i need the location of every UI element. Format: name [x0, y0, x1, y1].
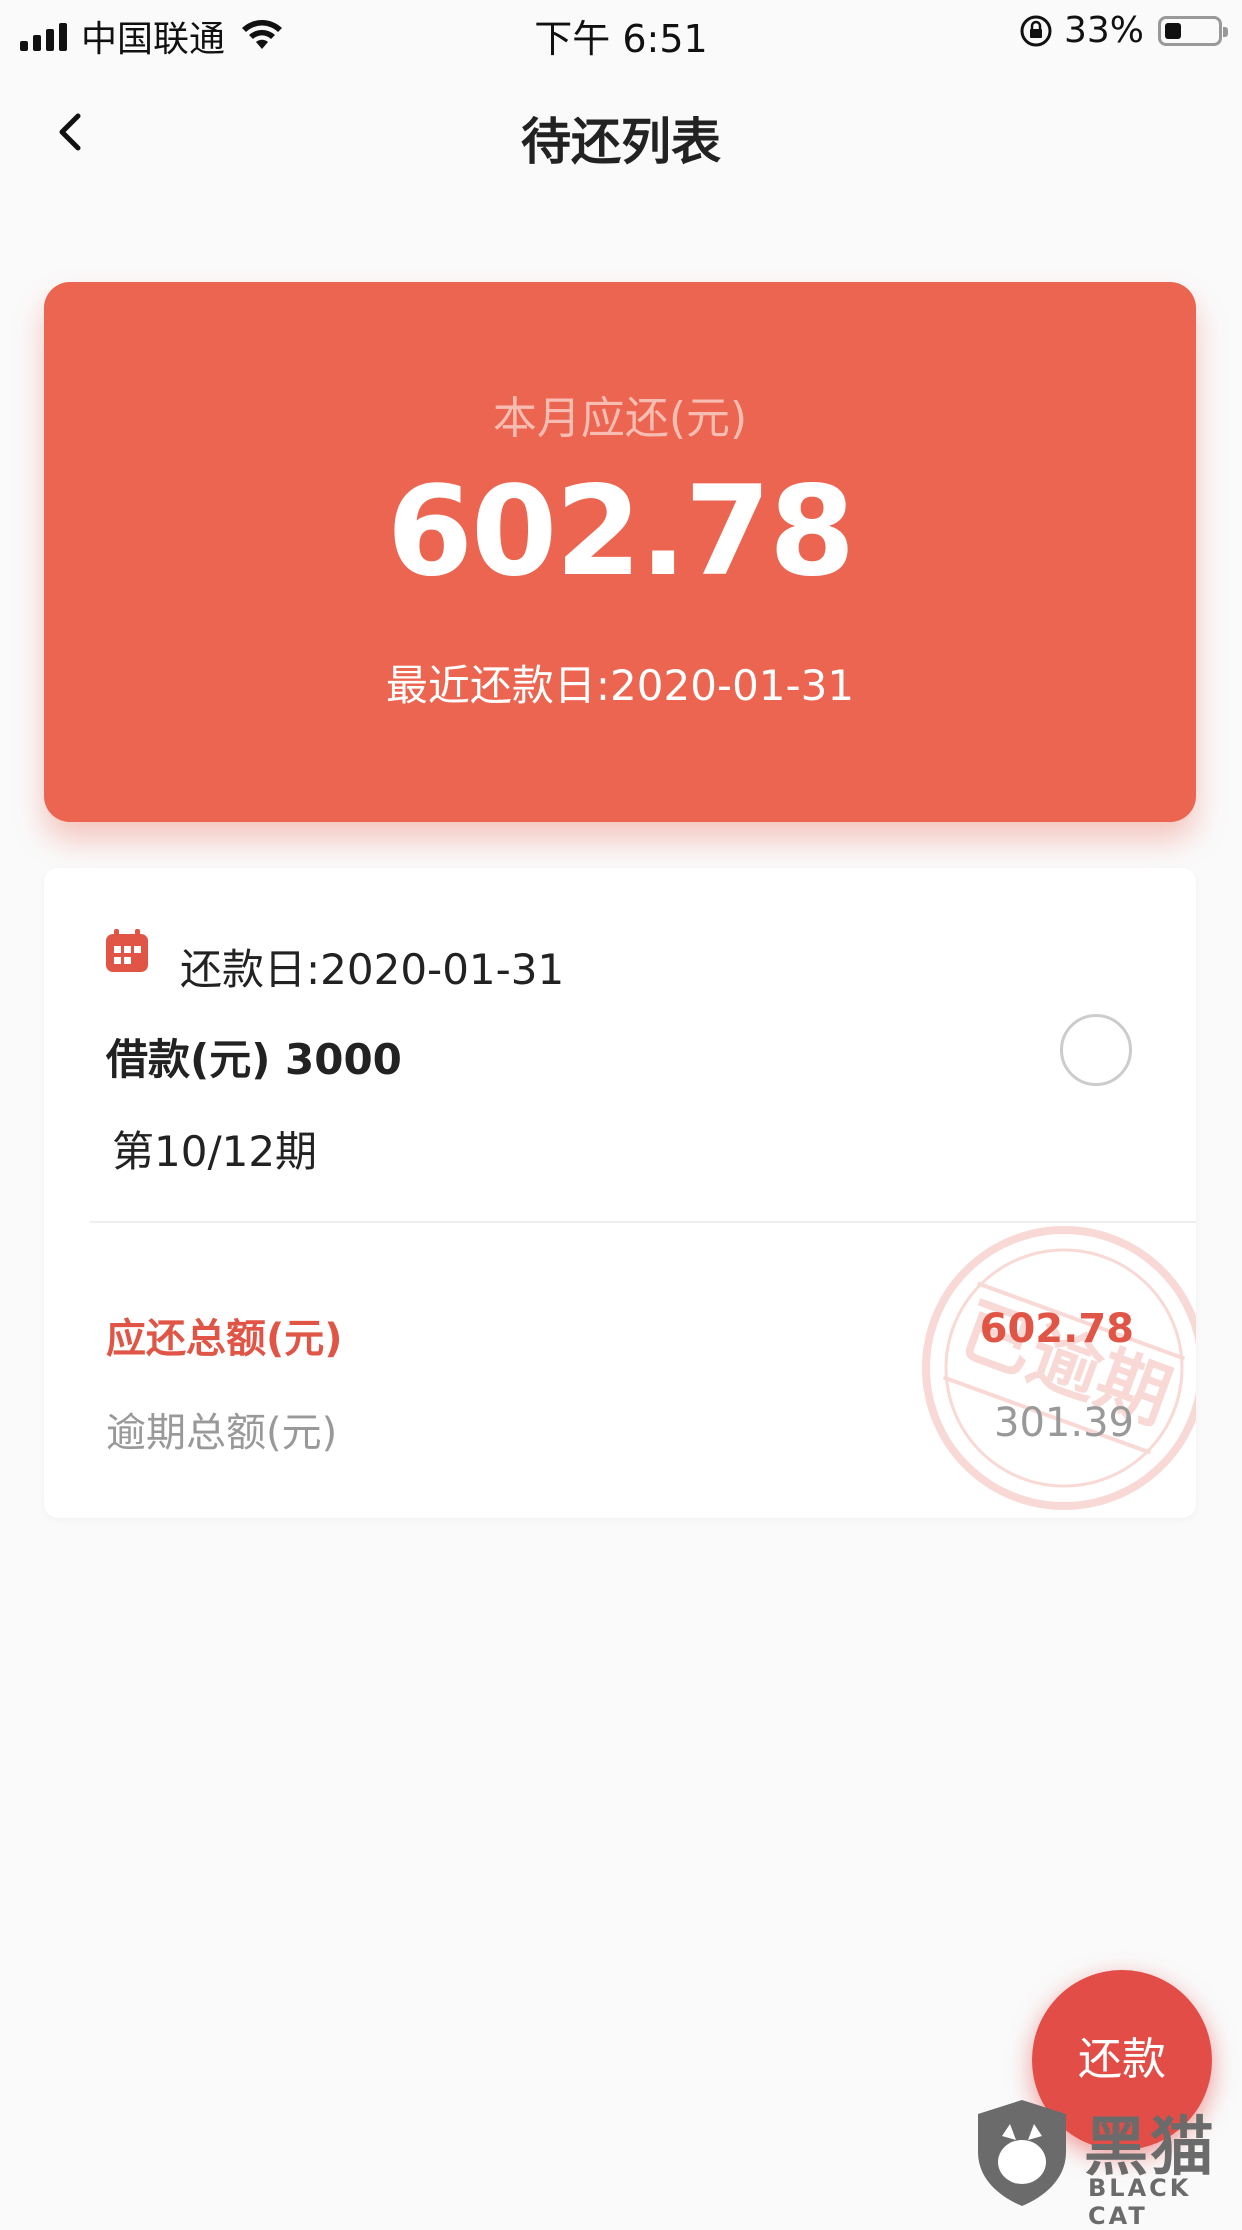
bill-due-date: 还款日:2020-01-31 — [180, 945, 565, 994]
battery-icon — [1158, 15, 1228, 46]
monthly-due-label: 本月应还(元) — [492, 393, 748, 444]
bill-card[interactable]: 还款日:2020-01-31 借款(元) 3000 第10/12期 已逾期 应还… — [44, 868, 1196, 1518]
recent-due-date: 最近还款日:2020-01-31 — [385, 661, 855, 710]
overdue-stamp-icon: 已逾期 — [922, 1226, 1196, 1510]
black-cat-shield-icon — [978, 2100, 1066, 2206]
black-cat-watermark: 黑猫 BLACK CAT — [972, 2096, 1242, 2230]
total-due-value: 602.78 — [979, 1306, 1134, 1352]
battery-percent: 33% — [1063, 10, 1144, 51]
status-bar: 中国联通 下午 6:51 33% — [0, 0, 1242, 62]
monthly-summary-card: 本月应还(元) 602.78 最近还款日:2020-01-31 — [44, 282, 1196, 822]
select-radio[interactable] — [1060, 1014, 1132, 1086]
installment-period: 第10/12期 — [112, 1127, 318, 1176]
overdue-value: 301.39 — [994, 1400, 1134, 1446]
page-title: 待还列表 — [521, 113, 721, 171]
loan-amount: 借款(元) 3000 — [106, 1035, 402, 1084]
monthly-due-amount: 602.78 — [386, 460, 856, 604]
nav-bar: 待还列表 — [0, 62, 1242, 212]
rotation-lock-icon — [1020, 15, 1052, 46]
overdue-label: 逾期总额(元) — [106, 1410, 338, 1456]
watermark-en: BLACK CAT — [1088, 2174, 1192, 2230]
total-due-label: 应还总额(元) — [106, 1316, 343, 1362]
status-right: 33% — [1018, 10, 1228, 51]
calendar-icon — [106, 929, 148, 972]
